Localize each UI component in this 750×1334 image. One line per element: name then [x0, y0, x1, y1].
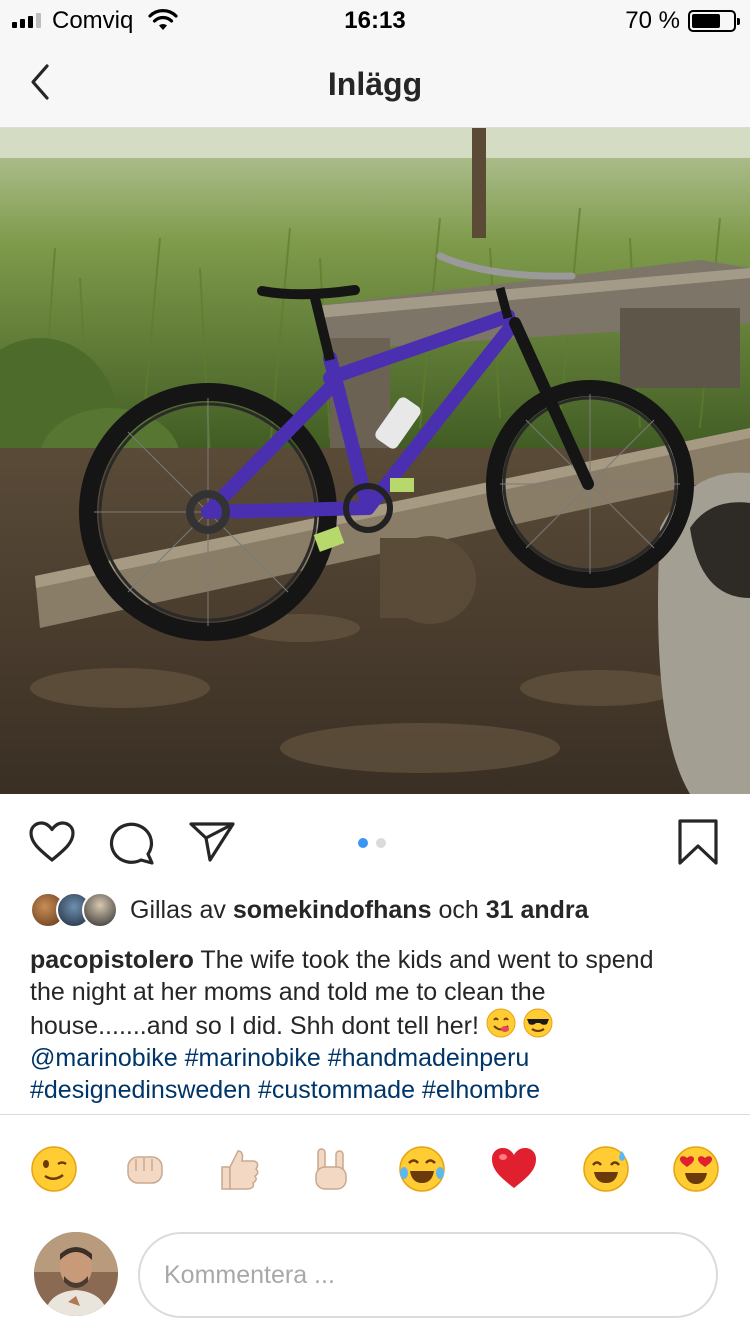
post-caption: pacopistolero The wife took the kids and… [30, 944, 690, 1112]
emoji-tears-of-joy-button[interactable] [398, 1145, 446, 1193]
user-avatar-photo [34, 1232, 118, 1316]
speech-bubble-icon [109, 822, 154, 865]
sweat-smile-icon [583, 1146, 629, 1192]
emoji-winking-face-button[interactable] [30, 1145, 78, 1193]
emoji-fist-bump-button[interactable] [122, 1145, 170, 1193]
caption-hashtag[interactable]: #designedinsweden [30, 1076, 251, 1104]
bookmark-icon [678, 819, 718, 865]
paper-plane-icon [189, 822, 235, 862]
caption-hashtag[interactable]: #marinobike [185, 1044, 321, 1072]
avatar [82, 892, 118, 928]
sunglasses-face-icon [523, 1008, 553, 1038]
heart-eyes-icon [673, 1146, 719, 1192]
red-heart-icon [492, 1148, 536, 1188]
navigation-bar: Inlägg [0, 40, 750, 128]
post-photo[interactable] [0, 128, 750, 794]
quick-emoji-bar [0, 1114, 750, 1222]
liker-avatars [30, 892, 122, 928]
emoji-heart-eyes-button[interactable] [672, 1145, 720, 1193]
likes-text: Gillas av somekindofhans och 31 andra [130, 896, 589, 925]
emoji-red-heart-button[interactable] [490, 1145, 538, 1193]
save-button[interactable] [676, 818, 720, 871]
likes-prefix: Gillas av [130, 895, 226, 924]
caption-hashtag[interactable]: #elhombre [422, 1076, 540, 1104]
status-bar: Comviq 16:13 70 % [0, 0, 750, 40]
fist-bump-icon [127, 1156, 163, 1184]
liker-username[interactable]: somekindofhans [233, 896, 432, 924]
caption-username[interactable]: pacopistolero [30, 946, 194, 974]
thumbs-up-icon [221, 1150, 259, 1190]
emoji-rock-on-button[interactable] [306, 1145, 354, 1193]
yum-face-icon [486, 1008, 516, 1038]
likes-summary[interactable]: Gillas av somekindofhans och 31 andra [30, 892, 589, 928]
like-button[interactable] [28, 820, 76, 869]
emoji-thumbs-up-button[interactable] [214, 1145, 262, 1193]
comment-composer [0, 1222, 750, 1334]
battery-percentage: 70 % [625, 7, 680, 34]
battery-icon [688, 10, 740, 32]
heart-icon [29, 821, 75, 862]
avatar [34, 1232, 118, 1316]
emoji-sweat-smile-button[interactable] [582, 1145, 630, 1193]
page-title: Inlägg [327, 66, 423, 102]
caption-hashtag[interactable]: #handmadeinperu [328, 1044, 530, 1072]
comment-button[interactable] [108, 820, 156, 871]
carousel-dot-active [358, 838, 368, 848]
carousel-dot [376, 838, 386, 848]
likes-joiner: och [438, 895, 479, 924]
comment-input[interactable] [138, 1232, 718, 1318]
bike-photo-illustration [0, 128, 750, 794]
likes-others[interactable]: 31 andra [486, 896, 589, 924]
tears-of-joy-icon [399, 1146, 445, 1192]
carousel-indicator [358, 838, 386, 848]
winking-face-icon [31, 1146, 77, 1192]
post-actions [0, 796, 750, 888]
caption-mention[interactable]: @marinobike [30, 1044, 178, 1072]
share-button[interactable] [188, 820, 236, 869]
caption-hashtag[interactable]: #custommade [258, 1076, 415, 1104]
rock-on-icon [315, 1148, 347, 1190]
